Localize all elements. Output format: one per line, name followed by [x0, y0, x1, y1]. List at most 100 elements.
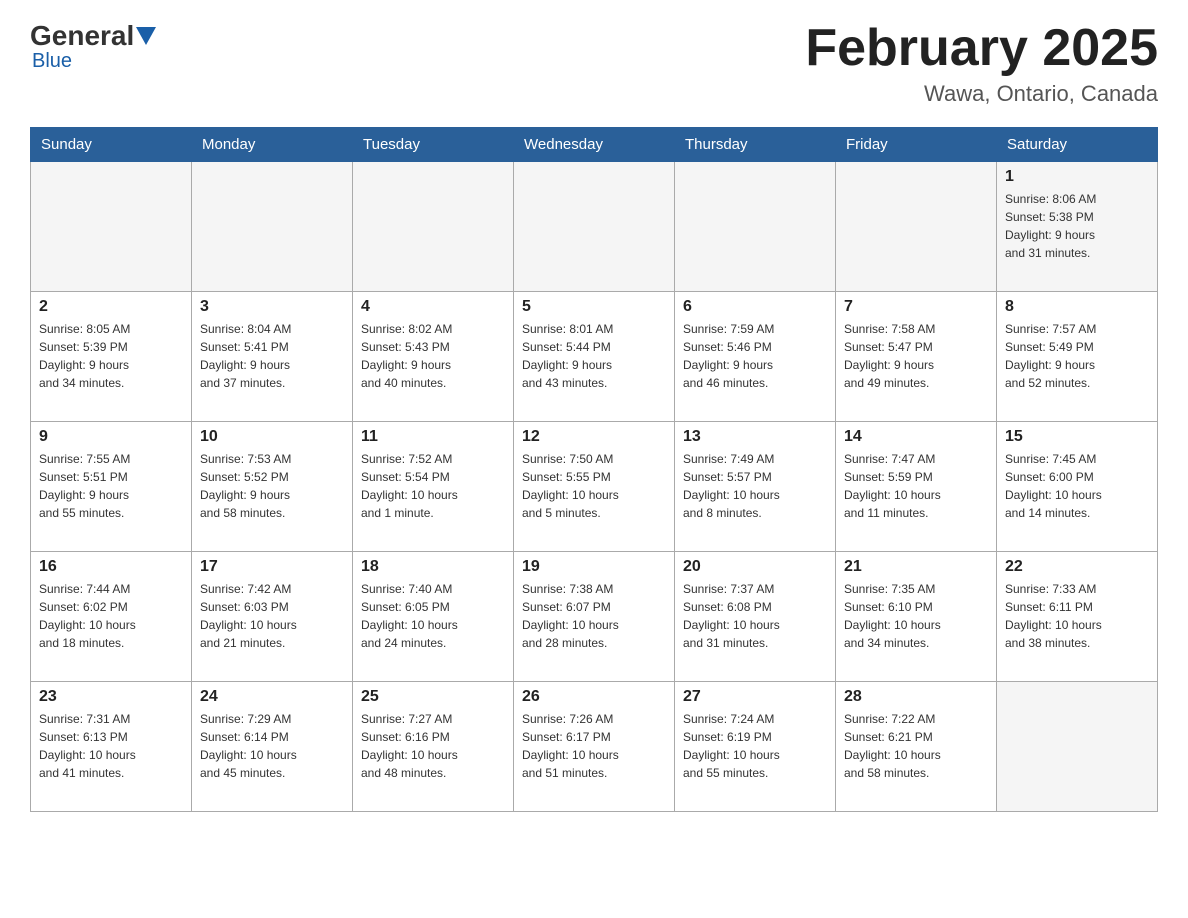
page-header: General Blue February 2025 Wawa, Ontario… — [30, 20, 1158, 107]
calendar-cell: 23 Sunrise: 7:31 AMSunset: 6:13 PMDayligh… — [31, 682, 192, 812]
day-number: 23 — [39, 688, 183, 706]
calendar-header: SundayMondayTuesdayWednesdayThursdayFrid… — [31, 128, 1158, 162]
day-number: 3 — [200, 298, 344, 316]
day-number: 2 — [39, 298, 183, 316]
day-number: 18 — [361, 558, 505, 576]
day-info: Sunrise: 7:37 AMSunset: 6:08 PMDaylight:… — [683, 580, 827, 652]
calendar-cell — [675, 162, 836, 292]
day-info: Sunrise: 7:35 AMSunset: 6:10 PMDaylight:… — [844, 580, 988, 652]
calendar-cell — [353, 162, 514, 292]
calendar-cell: 13 Sunrise: 7:49 AMSunset: 5:57 PMDayligh… — [675, 422, 836, 552]
calendar-cell: 18 Sunrise: 7:40 AMSunset: 6:05 PMDayligh… — [353, 552, 514, 682]
day-info: Sunrise: 7:31 AMSunset: 6:13 PMDaylight:… — [39, 710, 183, 782]
logo: General Blue — [30, 20, 158, 73]
day-info: Sunrise: 7:49 AMSunset: 5:57 PMDaylight:… — [683, 450, 827, 522]
day-info: Sunrise: 7:29 AMSunset: 6:14 PMDaylight:… — [200, 710, 344, 782]
day-info: Sunrise: 7:42 AMSunset: 6:03 PMDaylight:… — [200, 580, 344, 652]
day-info: Sunrise: 7:38 AMSunset: 6:07 PMDaylight:… — [522, 580, 666, 652]
day-number: 22 — [1005, 558, 1149, 576]
day-info: Sunrise: 7:52 AMSunset: 5:54 PMDaylight:… — [361, 450, 505, 522]
day-info: Sunrise: 8:05 AMSunset: 5:39 PMDaylight:… — [39, 320, 183, 392]
day-number: 12 — [522, 428, 666, 446]
day-number: 4 — [361, 298, 505, 316]
day-info: Sunrise: 7:33 AMSunset: 6:11 PMDaylight:… — [1005, 580, 1149, 652]
day-number: 21 — [844, 558, 988, 576]
day-info: Sunrise: 7:53 AMSunset: 5:52 PMDaylight:… — [200, 450, 344, 522]
day-info: Sunrise: 8:04 AMSunset: 5:41 PMDaylight:… — [200, 320, 344, 392]
calendar-body: 1 Sunrise: 8:06 AMSunset: 5:38 PMDaylight… — [31, 162, 1158, 812]
day-info: Sunrise: 7:40 AMSunset: 6:05 PMDaylight:… — [361, 580, 505, 652]
calendar-week-row: 9 Sunrise: 7:55 AMSunset: 5:51 PMDaylight… — [31, 422, 1158, 552]
weekday-header-saturday: Saturday — [997, 128, 1158, 162]
day-info: Sunrise: 7:55 AMSunset: 5:51 PMDaylight:… — [39, 450, 183, 522]
calendar-cell: 28 Sunrise: 7:22 AMSunset: 6:21 PMDayligh… — [836, 682, 997, 812]
day-info: Sunrise: 7:57 AMSunset: 5:49 PMDaylight:… — [1005, 320, 1149, 392]
calendar-cell — [836, 162, 997, 292]
day-number: 27 — [683, 688, 827, 706]
day-number: 20 — [683, 558, 827, 576]
day-info: Sunrise: 7:22 AMSunset: 6:21 PMDaylight:… — [844, 710, 988, 782]
day-info: Sunrise: 7:24 AMSunset: 6:19 PMDaylight:… — [683, 710, 827, 782]
calendar-cell: 17 Sunrise: 7:42 AMSunset: 6:03 PMDayligh… — [192, 552, 353, 682]
day-number: 25 — [361, 688, 505, 706]
calendar-cell: 12 Sunrise: 7:50 AMSunset: 5:55 PMDayligh… — [514, 422, 675, 552]
location-text: Wawa, Ontario, Canada — [805, 81, 1158, 107]
weekday-header-tuesday: Tuesday — [353, 128, 514, 162]
calendar-week-row: 16 Sunrise: 7:44 AMSunset: 6:02 PMDayligh… — [31, 552, 1158, 682]
day-number: 8 — [1005, 298, 1149, 316]
calendar-week-row: 1 Sunrise: 8:06 AMSunset: 5:38 PMDaylight… — [31, 162, 1158, 292]
day-number: 5 — [522, 298, 666, 316]
calendar-cell: 7Sunrise: 7:58 AMSunset: 5:47 PMDaylight… — [836, 292, 997, 422]
day-number: 14 — [844, 428, 988, 446]
day-info: Sunrise: 7:44 AMSunset: 6:02 PMDaylight:… — [39, 580, 183, 652]
calendar-cell: 16 Sunrise: 7:44 AMSunset: 6:02 PMDayligh… — [31, 552, 192, 682]
calendar-cell — [31, 162, 192, 292]
calendar-cell: 20 Sunrise: 7:37 AMSunset: 6:08 PMDayligh… — [675, 552, 836, 682]
day-info: Sunrise: 7:50 AMSunset: 5:55 PMDaylight:… — [522, 450, 666, 522]
calendar-cell: 21 Sunrise: 7:35 AMSunset: 6:10 PMDayligh… — [836, 552, 997, 682]
day-number: 6 — [683, 298, 827, 316]
day-number: 1 — [1005, 168, 1149, 186]
calendar-table: SundayMondayTuesdayWednesdayThursdayFrid… — [30, 127, 1158, 812]
calendar-cell: 10Sunrise: 7:53 AMSunset: 5:52 PMDayligh… — [192, 422, 353, 552]
day-number: 13 — [683, 428, 827, 446]
calendar-cell: 6Sunrise: 7:59 AMSunset: 5:46 PMDaylight… — [675, 292, 836, 422]
weekday-header-thursday: Thursday — [675, 128, 836, 162]
calendar-cell: 1 Sunrise: 8:06 AMSunset: 5:38 PMDaylight… — [997, 162, 1158, 292]
weekday-header-friday: Friday — [836, 128, 997, 162]
logo-blue-text: Blue — [32, 50, 72, 73]
day-number: 19 — [522, 558, 666, 576]
day-number: 24 — [200, 688, 344, 706]
calendar-cell: 27 Sunrise: 7:24 AMSunset: 6:19 PMDayligh… — [675, 682, 836, 812]
calendar-cell: 11Sunrise: 7:52 AMSunset: 5:54 PMDayligh… — [353, 422, 514, 552]
calendar-cell — [192, 162, 353, 292]
weekday-header-monday: Monday — [192, 128, 353, 162]
calendar-cell: 24 Sunrise: 7:29 AMSunset: 6:14 PMDayligh… — [192, 682, 353, 812]
day-info: Sunrise: 8:06 AMSunset: 5:38 PMDaylight:… — [1005, 190, 1149, 262]
day-info: Sunrise: 7:45 AMSunset: 6:00 PMDaylight:… — [1005, 450, 1149, 522]
day-number: 15 — [1005, 428, 1149, 446]
calendar-cell: 4 Sunrise: 8:02 AMSunset: 5:43 PMDaylight… — [353, 292, 514, 422]
weekday-header-wednesday: Wednesday — [514, 128, 675, 162]
day-number: 26 — [522, 688, 666, 706]
month-title: February 2025 — [805, 20, 1158, 77]
day-number: 17 — [200, 558, 344, 576]
calendar-cell: 9 Sunrise: 7:55 AMSunset: 5:51 PMDaylight… — [31, 422, 192, 552]
day-number: 16 — [39, 558, 183, 576]
calendar-cell: 15 Sunrise: 7:45 AMSunset: 6:00 PMDayligh… — [997, 422, 1158, 552]
calendar-cell: 26 Sunrise: 7:26 AMSunset: 6:17 PMDayligh… — [514, 682, 675, 812]
logo-triangle-icon — [136, 27, 156, 45]
calendar-cell — [514, 162, 675, 292]
logo-general-text: General — [30, 20, 134, 52]
calendar-cell: 14Sunrise: 7:47 AMSunset: 5:59 PMDayligh… — [836, 422, 997, 552]
calendar-cell: 3 Sunrise: 8:04 AMSunset: 5:41 PMDaylight… — [192, 292, 353, 422]
day-number: 9 — [39, 428, 183, 446]
weekday-header-sunday: Sunday — [31, 128, 192, 162]
day-number: 28 — [844, 688, 988, 706]
calendar-cell — [997, 682, 1158, 812]
calendar-cell: 22 Sunrise: 7:33 AMSunset: 6:11 PMDayligh… — [997, 552, 1158, 682]
day-info: Sunrise: 8:02 AMSunset: 5:43 PMDaylight:… — [361, 320, 505, 392]
day-info: Sunrise: 7:27 AMSunset: 6:16 PMDaylight:… — [361, 710, 505, 782]
day-info: Sunrise: 7:58 AMSunset: 5:47 PMDaylight:… — [844, 320, 988, 392]
day-info: Sunrise: 7:26 AMSunset: 6:17 PMDaylight:… — [522, 710, 666, 782]
